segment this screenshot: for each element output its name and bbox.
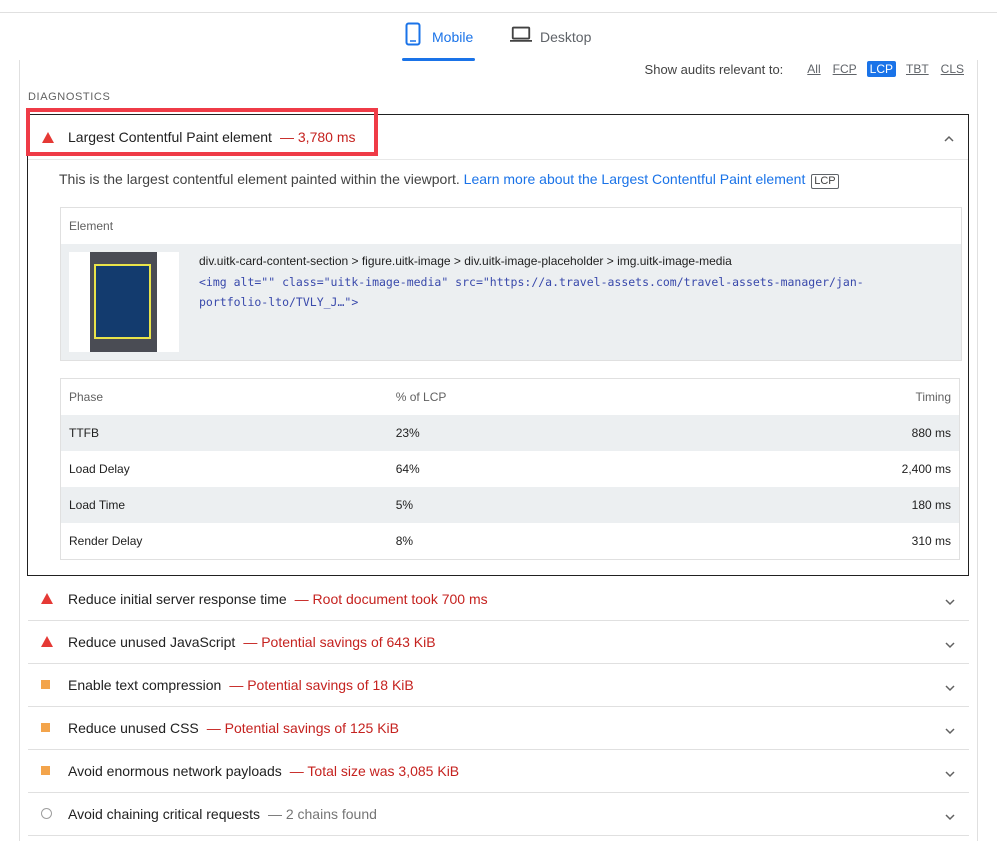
fail-triangle-icon [41, 636, 61, 647]
phase-pct: 64% [395, 462, 420, 476]
audit-detail: — 2 chains found [267, 805, 377, 822]
filter-chip-fcp[interactable]: FCP [831, 61, 859, 77]
phase-timing: 180 ms [719, 487, 960, 523]
chevron-down-icon[interactable] [945, 637, 955, 648]
lcp-description: This is the largest contentful element p… [59, 171, 839, 189]
laptop-icon [510, 22, 532, 46]
timing-header: Timing [915, 390, 951, 404]
chevron-down-icon[interactable] [945, 680, 955, 691]
lcp-badge: LCP [811, 174, 839, 189]
average-square-icon [41, 723, 61, 732]
chevron-down-icon[interactable] [945, 766, 955, 777]
audit-title: Reduce unused CSS [68, 719, 199, 736]
phase-table: Phase % of LCP Timing TTFB 23% 880 ms Lo… [60, 378, 960, 560]
audit-detail: — Potential savings of 125 KiB [206, 719, 399, 736]
report-border-left [19, 60, 20, 841]
table-row: Render Delay 8% 310 ms [61, 523, 960, 560]
audit-detail: — Root document took 700 ms [294, 590, 488, 607]
filter-label: Show audits relevant to: [644, 61, 784, 77]
audit-title: Avoid enormous network payloads [68, 762, 282, 779]
element-snippet: <img alt="" class="uitk-image-media" src… [199, 272, 939, 312]
audit-title: Reduce initial server response time [68, 590, 287, 607]
element-row: div.uitk-card-content-section > figure.u… [61, 244, 961, 360]
audit-title: Avoid chaining critical requests [68, 805, 260, 822]
lcp-audit-expanded: Largest Contentful Paint element — 3,780… [26, 108, 969, 576]
lcp-audit-header[interactable]: Largest Contentful Paint element — 3,780… [26, 108, 968, 160]
audit-unused-js[interactable]: Reduce unused JavaScript — Potential sav… [28, 620, 969, 664]
audit-text-compression[interactable]: Enable text compression — Potential savi… [28, 663, 969, 707]
phase-table-header: Phase % of LCP Timing [61, 379, 960, 416]
audit-server-response[interactable]: Reduce initial server response time — Ro… [28, 577, 969, 621]
phase-pct: 8% [395, 534, 414, 548]
table-row: TTFB 23% 880 ms [60, 415, 960, 451]
chevron-up-icon[interactable] [944, 131, 954, 142]
filter-chip-tbt[interactable]: TBT [904, 61, 931, 77]
audit-title: Reduce unused JavaScript [68, 633, 236, 650]
table-row: Load Time 5% 180 ms [60, 487, 960, 523]
chevron-down-icon[interactable] [945, 723, 955, 734]
phase-timing: 310 ms [911, 534, 951, 548]
filter-chip-all[interactable]: All [805, 61, 822, 77]
audit-detail: — Potential savings of 18 KiB [229, 676, 414, 693]
phase-name: Load Time [60, 487, 388, 523]
element-selector: div.uitk-card-content-section > figure.u… [199, 254, 732, 268]
chevron-down-icon[interactable] [945, 809, 955, 820]
phase-name: Load Delay [69, 462, 130, 476]
phase-timing: 880 ms [719, 415, 960, 451]
audit-detail: — Total size was 3,085 KiB [289, 762, 460, 779]
audit-detail: — Potential savings of 643 KiB [243, 633, 436, 650]
pct-header: % of LCP [395, 390, 447, 404]
snippet-line-1: <img alt="" class="uitk-image-media" src… [199, 275, 864, 289]
mobile-phone-icon [402, 22, 424, 46]
phase-pct: 5% [387, 487, 720, 523]
tab-desktop[interactable]: Desktop [510, 22, 591, 62]
filter-chip-cls[interactable]: CLS [939, 61, 966, 77]
active-tab-indicator [402, 58, 475, 61]
description-text: This is the largest contentful element p… [59, 171, 460, 187]
report-border-right [977, 60, 978, 841]
element-screenshot [69, 252, 179, 352]
element-header: Element [69, 219, 114, 233]
tab-desktop-label: Desktop [540, 29, 592, 45]
section-title: DIAGNOSTICS [28, 91, 111, 103]
phase-name: Render Delay [69, 534, 143, 548]
chevron-down-icon[interactable] [945, 594, 955, 605]
fail-triangle-icon [41, 593, 61, 604]
phase-name: TTFB [60, 415, 388, 451]
tab-mobile-label: Mobile [432, 29, 474, 45]
average-square-icon [41, 766, 61, 775]
filter-chip-lcp[interactable]: LCP [866, 61, 896, 77]
phase-header: Phase [69, 390, 104, 404]
audit-filter: Show audits relevant to: All FCP LCP TBT… [645, 61, 966, 77]
audit-title: Enable text compression [68, 676, 222, 693]
device-tabs: Mobile Desktop [0, 22, 997, 62]
table-row: Load Delay 64% 2,400 ms [61, 451, 960, 487]
highlight-box [26, 108, 378, 156]
audit-unused-css[interactable]: Reduce unused CSS — Potential savings of… [28, 706, 969, 750]
phase-timing: 2,400 ms [901, 462, 951, 476]
learn-more-link[interactable]: Learn more about the Largest Contentful … [464, 171, 806, 187]
average-square-icon [41, 680, 61, 689]
top-divider [0, 12, 997, 13]
audit-network-payloads[interactable]: Avoid enormous network payloads — Total … [28, 749, 969, 793]
snippet-line-2: portfolio-lto/TVLY_J…"> [199, 295, 359, 309]
audit-critical-requests[interactable]: Avoid chaining critical requests — 2 cha… [28, 792, 969, 836]
info-circle-icon [41, 808, 61, 819]
tab-mobile[interactable]: Mobile [402, 22, 473, 62]
element-table: Element div.uitk-card-content-section > … [60, 207, 962, 361]
phase-pct: 23% [387, 415, 720, 451]
